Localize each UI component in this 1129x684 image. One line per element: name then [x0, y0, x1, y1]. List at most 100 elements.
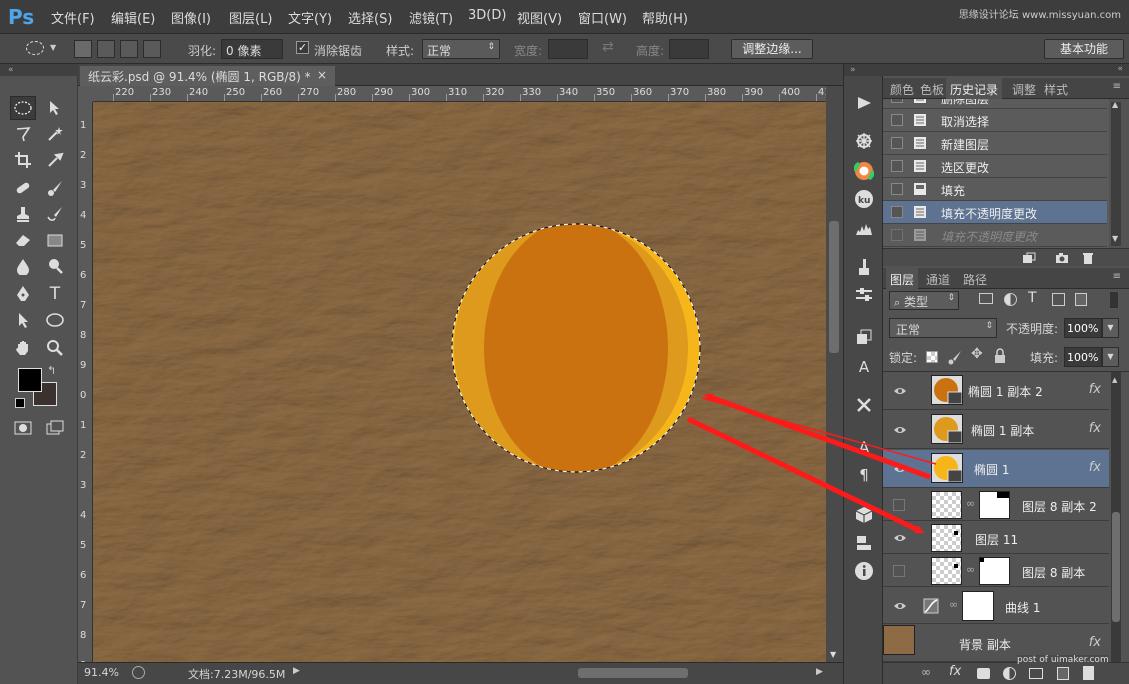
- feather-input[interactable]: 0 像素: [221, 39, 283, 59]
- tab-adjustments[interactable]: 调整: [1008, 78, 1040, 99]
- zoom-tool-icon[interactable]: [42, 336, 68, 360]
- width-input[interactable]: [548, 39, 588, 59]
- kuler-icon[interactable]: ku: [852, 188, 876, 210]
- scroll-up-icon[interactable]: ▲: [1112, 376, 1117, 384]
- clone-source-icon[interactable]: [852, 326, 876, 348]
- link-layers-icon[interactable]: ∞: [921, 665, 931, 679]
- scroll-right-icon[interactable]: ▶: [816, 667, 823, 677]
- toolbar-collapse-icon[interactable]: «: [0, 64, 78, 76]
- navigator-icon[interactable]: [852, 130, 876, 152]
- dock-collapse-icon[interactable]: «: [1117, 64, 1123, 74]
- character-styles-icon[interactable]: A: [852, 356, 876, 378]
- visibility-eye-icon[interactable]: [893, 533, 907, 543]
- visibility-off-box[interactable]: [893, 499, 905, 511]
- history-item-undone[interactable]: 填充不透明度更改: [883, 224, 1107, 247]
- history-snapshot-checkbox[interactable]: [891, 206, 903, 218]
- menu-image[interactable]: 图像(I): [171, 8, 211, 27]
- lock-transparency-icon[interactable]: [926, 351, 938, 363]
- scroll-up-icon[interactable]: ▲: [1112, 100, 1118, 109]
- refine-edge-button[interactable]: 调整边缘...: [731, 39, 813, 59]
- lock-position-icon[interactable]: ✥: [971, 346, 983, 362]
- mask-link-icon[interactable]: ∞: [966, 497, 975, 510]
- dodge-tool-icon[interactable]: [42, 254, 68, 278]
- blur-tool-icon[interactable]: [10, 254, 36, 278]
- scroll-down-icon[interactable]: ▼: [830, 650, 836, 659]
- brush-tool-icon[interactable]: [42, 176, 68, 200]
- layer-effects-fx[interactable]: fx: [1089, 635, 1101, 650]
- tab-channels[interactable]: 通道: [922, 268, 954, 289]
- height-input[interactable]: [669, 39, 709, 59]
- add-selection-button[interactable]: [97, 40, 115, 58]
- mask-link-icon[interactable]: ∞: [949, 598, 958, 611]
- eraser-tool-icon[interactable]: [10, 228, 36, 252]
- swap-icon[interactable]: ⇄: [602, 39, 614, 55]
- tab-history[interactable]: 历史记录: [946, 78, 1003, 99]
- layer-row[interactable]: ∞ 图层 8 副本: [883, 555, 1109, 587]
- history-snapshot-checkbox[interactable]: [891, 137, 903, 149]
- history-menu-icon[interactable]: ≡: [1113, 81, 1121, 92]
- add-style-fx-icon[interactable]: fx: [949, 664, 961, 679]
- ellipse-tool-icon[interactable]: [42, 308, 68, 332]
- filter-adjustment-icon[interactable]: [1004, 293, 1017, 306]
- filter-type-icon[interactable]: T: [1028, 290, 1037, 306]
- visibility-eye-icon[interactable]: [893, 601, 907, 611]
- menu-select[interactable]: 选择(S): [348, 8, 392, 27]
- history-snapshot-checkbox[interactable]: [891, 160, 903, 172]
- layer-row[interactable]: 图层 11: [883, 522, 1109, 554]
- tab-layers[interactable]: 图层: [886, 268, 919, 289]
- menu-help[interactable]: 帮助(H): [642, 8, 688, 27]
- opacity-input[interactable]: 100%: [1064, 318, 1102, 338]
- magic-wand-tool-icon[interactable]: [42, 122, 68, 146]
- fill-slider-arrow[interactable]: ▼: [1102, 347, 1119, 367]
- histogram-icon[interactable]: [852, 218, 876, 240]
- horizontal-scroll-thumb[interactable]: [578, 668, 688, 678]
- new-adjustment-icon[interactable]: [1003, 667, 1016, 680]
- vertical-ruler[interactable]: 1234567890123456789: [78, 102, 93, 662]
- layer-mask-thumbnail[interactable]: [962, 591, 994, 621]
- info-panel-icon[interactable]: [852, 560, 876, 582]
- blend-mode-select[interactable]: 正常 ⇕: [889, 318, 997, 338]
- new-layer-icon[interactable]: [1057, 667, 1069, 680]
- history-item-selected[interactable]: 填充不透明度更改: [883, 201, 1107, 224]
- tab-styles[interactable]: 样式: [1040, 78, 1072, 99]
- tab-color[interactable]: 颜色: [886, 78, 918, 99]
- color-wheel-icon[interactable]: [852, 160, 876, 182]
- strip-collapse-icon[interactable]: »: [844, 64, 884, 76]
- zoom-level[interactable]: 91.4%: [84, 666, 119, 679]
- quick-mask-icon[interactable]: [10, 416, 36, 440]
- antialias-checkbox[interactable]: ✓: [296, 41, 309, 54]
- visibility-eye-icon[interactable]: [893, 386, 907, 396]
- new-group-folder-icon[interactable]: [1029, 668, 1043, 679]
- tool-presets-icon[interactable]: [852, 284, 876, 306]
- elliptical-marquee-tool-icon[interactable]: [10, 96, 36, 120]
- intersect-selection-button[interactable]: [143, 40, 161, 58]
- history-snapshot-checkbox[interactable]: [891, 183, 903, 195]
- clone-stamp-tool-icon[interactable]: [10, 202, 36, 226]
- filter-toggle-switch[interactable]: [1109, 291, 1119, 309]
- layer-row-selected[interactable]: 椭圆 1 fx: [883, 450, 1109, 488]
- history-item[interactable]: 取消选择: [883, 109, 1107, 132]
- path-selection-tool-icon[interactable]: [10, 308, 36, 332]
- ruler-origin[interactable]: [78, 86, 93, 102]
- filter-pixel-icon[interactable]: [979, 293, 993, 304]
- pen-tool-icon[interactable]: [10, 282, 36, 306]
- tools-crossed-icon[interactable]: [852, 394, 876, 416]
- opacity-slider-arrow[interactable]: ▼: [1102, 318, 1119, 338]
- history-item[interactable]: 填充: [883, 178, 1107, 201]
- elliptical-marquee-preset-icon[interactable]: [26, 41, 44, 55]
- layer-row[interactable]: ∞ 图层 8 副本 2: [883, 489, 1109, 521]
- document-tab[interactable]: 纸云彩.psd @ 91.4% (椭圆 1, RGB/8) * ×: [80, 66, 335, 86]
- paragraph-panel-icon[interactable]: ¶: [852, 464, 876, 486]
- swap-colors-icon[interactable]: ↰: [47, 364, 56, 377]
- visibility-eye-icon[interactable]: [893, 425, 907, 435]
- visibility-off-box[interactable]: [893, 565, 905, 577]
- horizontal-ruler[interactable]: 220 230 240 250 260 270 280 290 300 310 320 330 340 3…: [93, 86, 826, 102]
- history-snapshot-checkbox[interactable]: [891, 114, 903, 126]
- lasso-tool-icon[interactable]: [10, 122, 36, 146]
- actions-play-icon[interactable]: [852, 92, 876, 114]
- 3d-panel-icon[interactable]: [852, 504, 876, 526]
- layer-mask-thumbnail[interactable]: [979, 557, 1010, 585]
- workspace-button[interactable]: 基本功能: [1044, 39, 1124, 59]
- layer-row[interactable]: ∞ 曲线 1: [883, 588, 1109, 624]
- history-scrollbar[interactable]: ▲ ▼: [1111, 100, 1121, 246]
